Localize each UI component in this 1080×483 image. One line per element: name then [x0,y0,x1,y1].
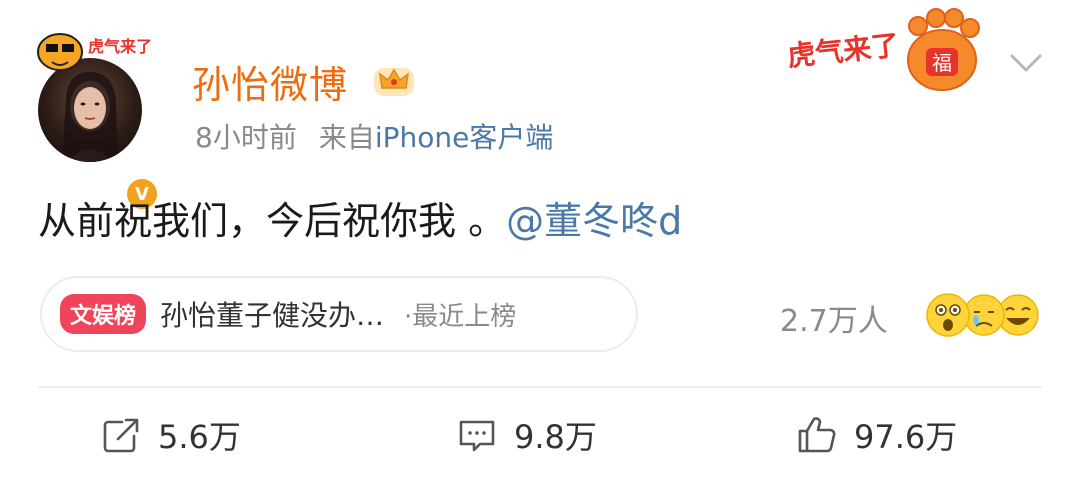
hot-list-badge: 文娱榜 [60,294,147,334]
chevron-down-icon[interactable] [1006,48,1046,78]
thumbs-up-icon [798,417,836,453]
avatar-container[interactable]: 虎气来了 V [37,33,160,212]
like-button[interactable]: 97.6万 [796,410,957,460]
tiger-frame-icon: 虎气来了 [37,33,152,71]
comment-count: 9.8万 [514,418,597,456]
post-content: 从前祝我们，今后祝你我 。@董冬咚d [38,190,682,245]
repost-button[interactable]: 5.6万 [100,410,241,460]
reaction-emojis[interactable] [922,290,1042,340]
source-client[interactable]: iPhone客户端 [375,121,554,154]
username[interactable]: 孙怡微博 [192,54,348,109]
mention-link[interactable]: @董冬咚d [506,199,682,243]
source-prefix: 来自 [318,121,375,154]
hot-list-subtitle: ·最近上榜 [404,301,517,332]
frame-text: 虎气来了 [88,37,152,56]
crown-icon[interactable] [372,58,416,98]
divider [38,386,1042,388]
sticker-text: 虎气来了 [786,28,901,73]
post-meta: 8小时前 来自iPhone客户端 [195,116,553,156]
reaction-count[interactable]: 2.7万人 [780,296,888,340]
hot-list-tag[interactable]: 文娱榜 孙怡董子健没办… ·最近上榜 [40,276,638,352]
weibo-post: 虎气来了 V 孙怡微博 8小时前 来自iPhone客户端 虎气来了 福 从前祝我… [0,0,1080,483]
post-time: 8小时前 [195,121,297,154]
like-count: 97.6万 [854,418,958,456]
repost-icon [103,418,139,453]
shocked-emoji-icon [926,293,970,337]
repost-count: 5.6万 [158,418,241,456]
tiger-sticker-icon: 虎气来了 福 [786,8,980,91]
crying-emoji-icon [963,294,1005,336]
comment-button[interactable]: 9.8万 [456,410,597,460]
post-text: 从前祝我们，今后祝你我 。 [38,199,507,243]
sticker-badge: 福 [932,51,952,75]
comment-icon [459,420,495,452]
hot-list-title: 孙怡董子健没办… [160,299,385,332]
